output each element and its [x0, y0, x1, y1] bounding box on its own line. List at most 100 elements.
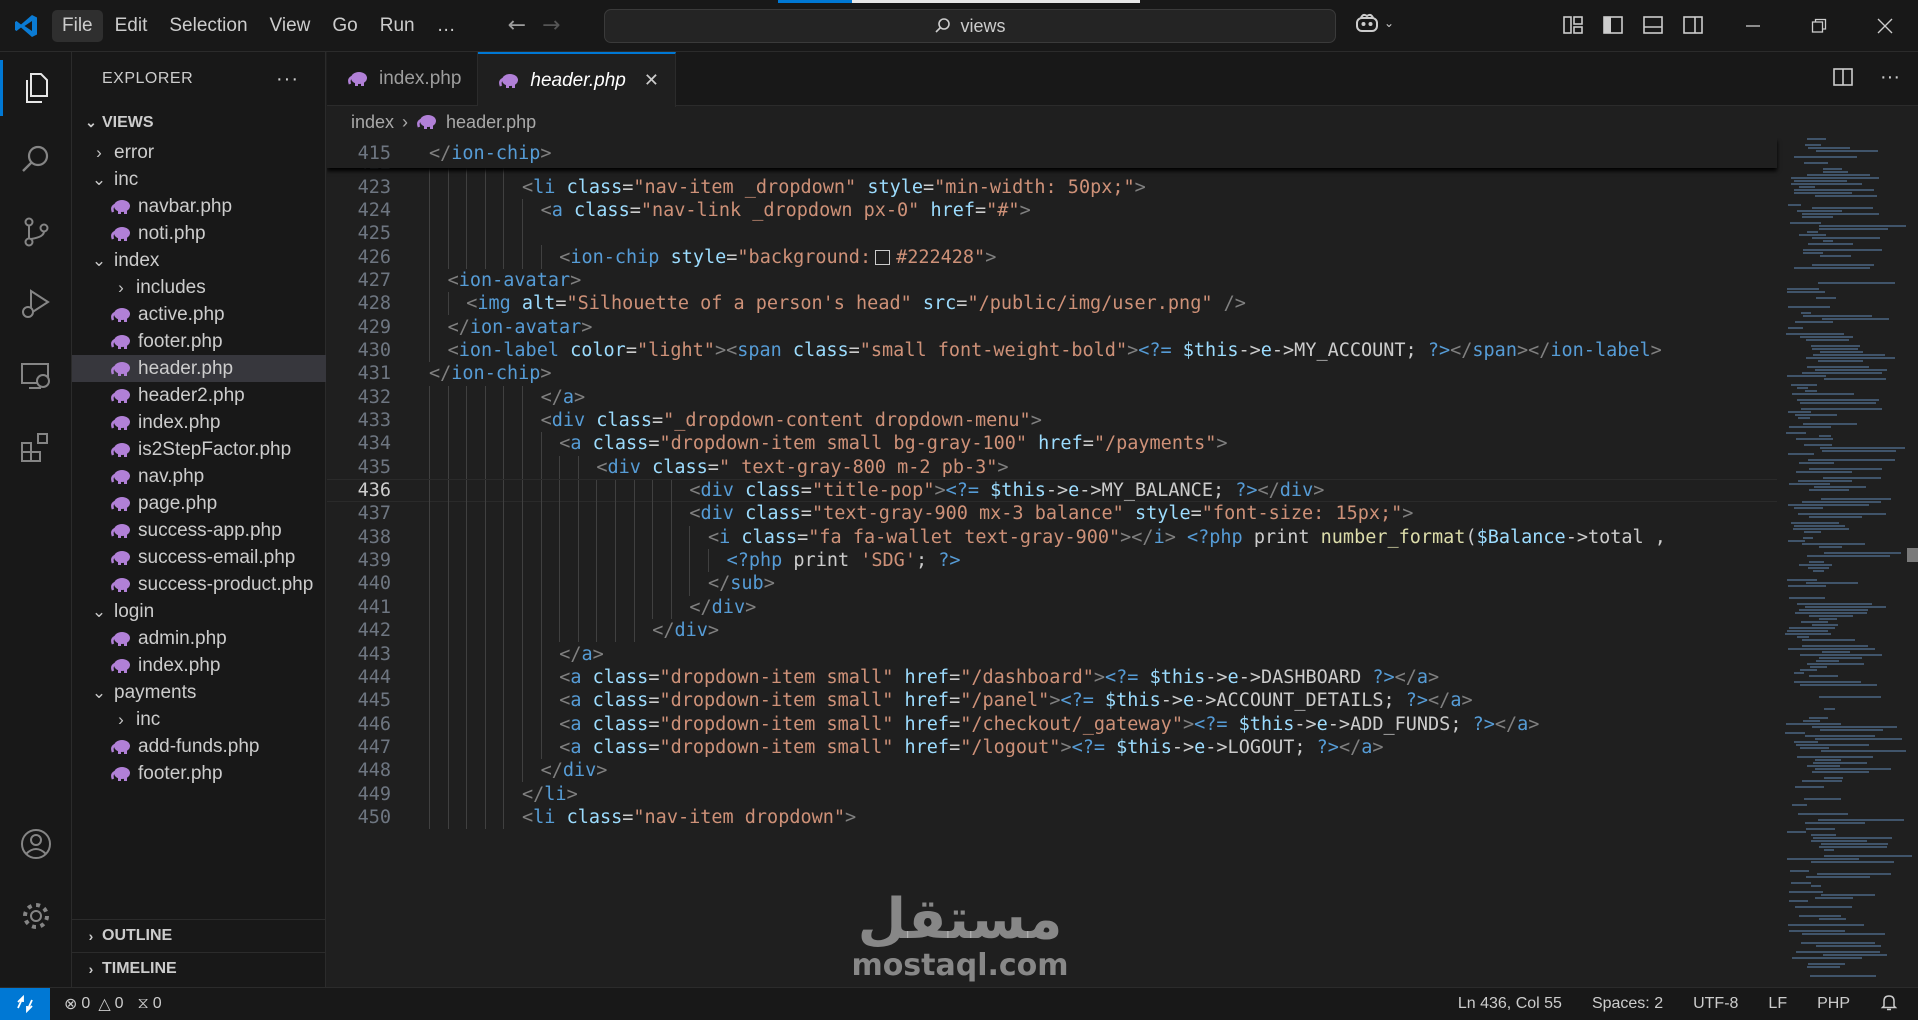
menu-item-run[interactable]: Run [370, 10, 425, 42]
outline-section-header[interactable]: › OUTLINE [72, 919, 326, 952]
code-line[interactable]: 445 <a class="dropdown-item small" href="… [327, 689, 1777, 713]
remote-indicator-icon[interactable] [0, 987, 50, 1020]
code-line[interactable]: 438 <i class="fa fa-wallet text-gray-900"… [327, 525, 1777, 549]
back-arrow-icon[interactable]: ← [508, 13, 526, 38]
tree-file[interactable]: success-email.php [72, 544, 326, 571]
remote-explorer-icon[interactable] [0, 340, 72, 412]
minimize-icon[interactable] [1720, 0, 1786, 52]
code-line[interactable]: 427 <ion-avatar> [327, 268, 1777, 293]
restore-icon[interactable] [1786, 0, 1852, 52]
breadcrumb-file[interactable]: header.php [446, 112, 536, 133]
code-line[interactable]: 423 <li class="nav-item _dropdown" style=… [327, 175, 1777, 199]
language-mode[interactable]: PHP [1817, 995, 1850, 1013]
code-line[interactable]: 432 </a> [327, 385, 1777, 409]
toggle-panel-icon[interactable] [1642, 14, 1664, 36]
color-swatch[interactable] [875, 249, 891, 265]
code-line[interactable]: 437 <div class="text-gray-900 mx-3 balanc… [327, 502, 1777, 526]
end-of-line[interactable]: LF [1768, 995, 1787, 1013]
code-line[interactable]: 450 <li class="nav-item dropdown"> [327, 805, 1777, 830]
settings-gear-icon[interactable] [0, 880, 72, 952]
toggle-primary-sidebar-icon[interactable] [1602, 14, 1624, 36]
code-line[interactable]: 429 </ion-avatar> [327, 315, 1777, 339]
extensions-icon[interactable] [0, 412, 72, 484]
menu-item-view[interactable]: View [260, 10, 321, 42]
minimap[interactable] [1777, 138, 1918, 987]
ports-indicator[interactable]: ⧖ 0 [138, 995, 162, 1013]
tree-file[interactable]: noti.php [72, 220, 326, 247]
tree-file[interactable]: admin.php [72, 625, 326, 652]
menu-item-edit[interactable]: Edit [105, 10, 158, 42]
explorer-icon[interactable] [0, 52, 72, 124]
code-line[interactable]: 434 <a class="dropdown-item small bg-gray… [327, 432, 1777, 456]
tree-file[interactable]: header2.php [72, 382, 326, 409]
tree-file[interactable]: success-product.php [72, 571, 326, 598]
source-control-icon[interactable] [0, 196, 72, 268]
code-line[interactable]: 425 [327, 222, 1777, 246]
code-line[interactable]: 439 <?php print 'SDG'; ?> [327, 548, 1777, 573]
tree-file[interactable]: index.php [72, 409, 326, 436]
tree-folder[interactable]: › includes [72, 274, 326, 301]
scrollbar-thumb[interactable] [1907, 548, 1918, 562]
menu-item-more[interactable]: … [427, 10, 466, 42]
tree-file[interactable]: nav.php [72, 463, 326, 490]
accounts-icon[interactable] [0, 808, 72, 880]
problems-indicator[interactable]: ⊗ 0 △ 0 [64, 994, 124, 1014]
code-line[interactable]: 444 <a class="dropdown-item small" href="… [327, 665, 1777, 690]
close-window-icon[interactable] [1852, 0, 1918, 52]
tree-file[interactable]: footer.php [72, 760, 326, 787]
tree-folder[interactable]: ⌄ inc [72, 166, 326, 193]
menu-item-file[interactable]: File [52, 9, 103, 42]
tree-folder[interactable]: › error [72, 139, 326, 166]
tree-file[interactable]: page.php [72, 490, 326, 517]
tree-file[interactable]: is2StepFactor.php [72, 436, 326, 463]
code-line[interactable]: 435 <div class=" text-gray-800 m-2 pb-3"> [327, 455, 1777, 479]
tree-folder[interactable]: ⌄ login [72, 598, 326, 625]
code-line[interactable]: 424 <a class="nav-link _dropdown px-0" hr… [327, 198, 1777, 223]
code-line[interactable]: 449 </li> [327, 782, 1777, 806]
menu-item-go[interactable]: Go [322, 10, 367, 42]
code-line[interactable]: 448 </div> [327, 759, 1777, 783]
code-line[interactable]: 428 <img alt="Silhouette of a person's he… [327, 292, 1777, 316]
search-view-icon[interactable] [0, 124, 72, 196]
code-line[interactable]: 443 </a> [327, 642, 1777, 666]
timeline-section-header[interactable]: › TIMELINE [72, 952, 326, 985]
code-editor[interactable]: 415</ion-chip> 422423<li class="nav-item… [327, 138, 1918, 987]
code-line[interactable]: 440 </sub> [327, 572, 1777, 596]
code-line[interactable]: 426 <ion-chip style="background: #222428"> [327, 245, 1777, 269]
tree-file[interactable]: header.php [72, 355, 326, 382]
code-line[interactable]: 446 <a class="dropdown-item small" href="… [327, 712, 1777, 736]
sticky-scroll-line[interactable]: 415 </ion-chip> [327, 138, 1777, 168]
close-tab-icon[interactable]: ✕ [644, 70, 659, 91]
tab-index-php[interactable]: index.php [327, 52, 479, 106]
indentation[interactable]: Spaces: 2 [1592, 995, 1663, 1013]
forward-arrow-icon[interactable]: → [542, 13, 560, 38]
encoding[interactable]: UTF-8 [1693, 995, 1738, 1013]
more-actions-icon[interactable]: ··· [276, 68, 299, 91]
notifications-bell-icon[interactable] [1880, 993, 1898, 1016]
split-editor-icon[interactable] [1832, 66, 1854, 88]
tree-folder[interactable]: ⌄ payments [72, 679, 326, 706]
copilot-button[interactable]: ⌄ [1354, 12, 1394, 34]
tree-file[interactable]: index.php [72, 652, 326, 679]
tree-file[interactable]: footer.php [72, 328, 326, 355]
tree-file[interactable]: active.php [72, 301, 326, 328]
run-and-debug-icon[interactable] [0, 268, 72, 340]
tab-header-php[interactable]: header.php ✕ [478, 52, 676, 107]
code-line[interactable]: 442 </div> [327, 619, 1777, 643]
tree-folder[interactable]: › inc [72, 706, 326, 733]
tree-file[interactable]: add-funds.php [72, 733, 326, 760]
toggle-secondary-sidebar-icon[interactable] [1682, 14, 1704, 36]
command-center-search[interactable]: views [604, 9, 1336, 43]
tree-file[interactable]: navbar.php [72, 193, 326, 220]
code-line[interactable]: 433 <div class="_dropdown-content dropdow… [327, 408, 1777, 433]
tree-file[interactable]: success-app.php [72, 517, 326, 544]
breadcrumb-folder[interactable]: index [351, 112, 394, 133]
tree-folder[interactable]: ⌄ index [72, 247, 326, 274]
more-actions-icon[interactable]: ··· [1880, 66, 1900, 89]
code-line[interactable]: 436 <div class="title-pop"><?= $this->e->… [327, 478, 1777, 504]
code-line[interactable]: 430 <ion-label color="light"><span class=… [327, 338, 1777, 363]
views-section-header[interactable]: ⌄ VIEWS [72, 106, 325, 139]
customize-layout-icon[interactable] [1562, 14, 1584, 36]
code-line[interactable]: 431 </ion-chip> [327, 362, 1777, 385]
code-line[interactable]: 441 </div> [327, 595, 1777, 619]
